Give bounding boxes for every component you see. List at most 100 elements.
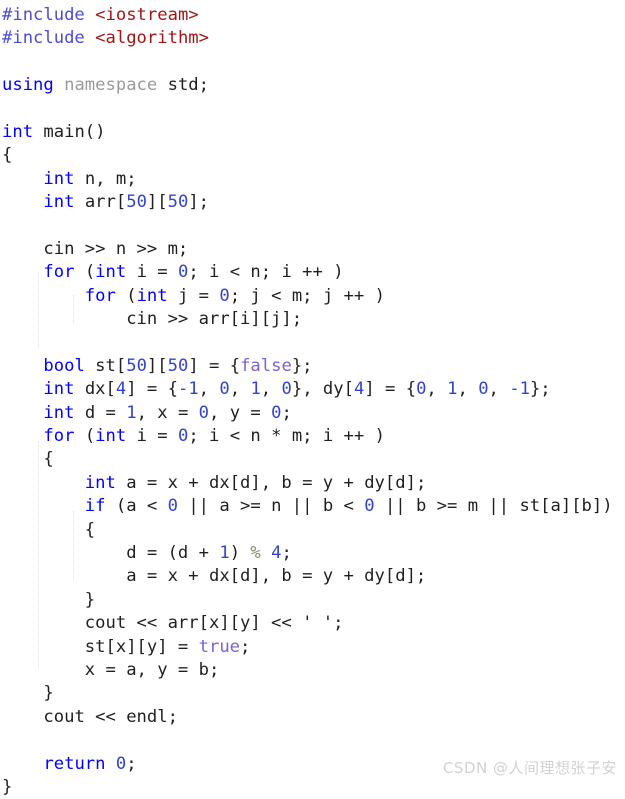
token-number: -1 bbox=[509, 379, 530, 400]
token-number: 0 bbox=[115, 753, 127, 774]
token-number: 4 bbox=[353, 379, 365, 400]
token-punctuation: , bbox=[457, 379, 479, 400]
token-keyword: int bbox=[84, 472, 116, 493]
token-punctuation: ; bbox=[281, 402, 292, 423]
token-identifier: a = x + dx[d], b = y + dy[d]; bbox=[126, 472, 427, 493]
token-punctuation bbox=[261, 543, 271, 563]
token-keyword: for bbox=[84, 285, 116, 306]
token-identifier: dy[ bbox=[322, 379, 354, 400]
token-brace: } bbox=[84, 589, 96, 610]
code-line: st[x][y] = true; bbox=[2, 636, 625, 659]
token-keyword: for bbox=[43, 262, 75, 283]
token-number: 1 bbox=[219, 542, 230, 563]
token-identifier: st[x][y] = bbox=[84, 636, 199, 657]
token-number: 4 bbox=[115, 379, 127, 400]
token-identifier: std; bbox=[167, 75, 210, 96]
token-operator: % bbox=[250, 542, 261, 563]
token-punctuation: , bbox=[488, 379, 510, 400]
token-identifier: ; j < m; j ++ ) bbox=[229, 285, 385, 306]
token-number: 50 bbox=[126, 192, 147, 213]
token-number: 1 bbox=[447, 379, 458, 400]
token-bool-literal: true bbox=[198, 636, 241, 657]
token-bool-literal: false bbox=[240, 355, 292, 376]
token-keyword: int bbox=[43, 379, 75, 400]
token-punctuation: ( bbox=[84, 262, 96, 283]
token-keyword: int bbox=[43, 168, 75, 189]
token-keyword: int bbox=[43, 402, 75, 423]
token-identifier: x = a, y = b; bbox=[84, 659, 220, 680]
token-identifier: a = x + dx[d], b = y + dy[d]; bbox=[126, 566, 427, 587]
token-function-name: main() bbox=[43, 121, 106, 142]
token-identifier: cout << arr[x][y] << bbox=[84, 613, 303, 634]
token-number: 0 bbox=[271, 402, 282, 423]
token-number: 50 bbox=[167, 192, 189, 213]
token-number: 0 bbox=[364, 496, 375, 517]
token-keyword: int bbox=[95, 262, 127, 283]
csdn-watermark: CSDN @人间理想张子安 bbox=[442, 759, 617, 777]
code-line: for (int i = 0; i < n; i ++ ) bbox=[2, 261, 625, 284]
token-keyword: int bbox=[95, 426, 127, 447]
token-number: 0 bbox=[177, 426, 189, 447]
code-line: int a = x + dx[d], b = y + dy[d]; bbox=[2, 472, 625, 495]
source-code[interactable]: #include <iostream> #include <algorithm> … bbox=[0, 4, 625, 799]
token-keyword: using bbox=[2, 75, 54, 96]
code-line: #include <algorithm> bbox=[2, 27, 625, 50]
token-keyword: int bbox=[2, 121, 34, 142]
token-identifier: ; i < n; i ++ ) bbox=[188, 262, 344, 283]
code-line: #include <iostream> bbox=[2, 4, 625, 27]
token-punctuation: ]; bbox=[188, 192, 210, 213]
token-identifier: cout << endl; bbox=[43, 706, 178, 727]
token-punctuation: ; bbox=[281, 542, 292, 563]
token-identifier: d = bbox=[84, 402, 127, 423]
code-line: cout << endl; bbox=[2, 706, 625, 729]
token-keyword: bool bbox=[43, 355, 85, 376]
token-identifier: j = bbox=[177, 285, 220, 306]
code-line: int d = 1, x = 0, y = 0; bbox=[2, 402, 625, 425]
token-brace: { bbox=[84, 519, 96, 540]
code-line: } bbox=[2, 682, 625, 705]
token-identifier: dx[ bbox=[84, 379, 116, 400]
token-punctuation: , bbox=[198, 379, 220, 400]
code-line: { bbox=[2, 144, 625, 167]
code-line: int dx[4] = {-1, 0, 1, 0}, dy[4] = {0, 1… bbox=[2, 378, 625, 401]
token-number: 50 bbox=[126, 355, 147, 376]
code-line: int n, m; bbox=[2, 168, 625, 191]
token-identifier: arr[ bbox=[84, 192, 127, 213]
token-punctuation: , bbox=[426, 379, 448, 400]
token-punctuation: ] = { bbox=[126, 379, 178, 400]
token-punctuation: , bbox=[229, 379, 251, 400]
token-brace: { bbox=[2, 145, 13, 166]
token-punctuation: ][ bbox=[146, 355, 168, 376]
token-number: 0 bbox=[281, 379, 292, 400]
token-punctuation: ; bbox=[126, 753, 137, 774]
token-number: 0 bbox=[167, 496, 178, 517]
token-identifier: ; i < n * m; i ++ ) bbox=[188, 426, 385, 447]
token-keyword: return bbox=[43, 753, 106, 774]
code-editor[interactable]: #include <iostream> #include <algorithm> … bbox=[0, 0, 625, 797]
token-header-name: <algorithm> bbox=[95, 28, 209, 49]
code-line: } bbox=[2, 589, 625, 612]
token-brace: } bbox=[2, 776, 13, 797]
token-identifier: i = bbox=[136, 262, 178, 283]
token-identifier: || a >= n || b < bbox=[177, 496, 365, 517]
code-line: a = x + dx[d], b = y + dy[d]; bbox=[2, 565, 625, 588]
token-number: 50 bbox=[167, 355, 189, 376]
token-punctuation: ) bbox=[229, 542, 251, 563]
token-identifier: st[ bbox=[95, 355, 127, 376]
token-identifier: n, m; bbox=[84, 168, 137, 189]
token-brace: } bbox=[43, 683, 54, 704]
token-header-name: <iostream> bbox=[95, 5, 199, 25]
code-line: cin >> arr[i][j]; bbox=[2, 308, 625, 331]
token-punctuation: ( bbox=[126, 285, 137, 306]
code-line: cout << arr[x][y] << ' '; bbox=[2, 612, 625, 635]
token-number: 0 bbox=[478, 379, 489, 400]
token-identifier: (a < bbox=[115, 496, 168, 517]
token-punctuation: ][ bbox=[146, 192, 168, 213]
token-number: 4 bbox=[271, 542, 282, 563]
token-keyword: int bbox=[43, 192, 75, 213]
token-preprocessor: #include bbox=[2, 28, 85, 49]
